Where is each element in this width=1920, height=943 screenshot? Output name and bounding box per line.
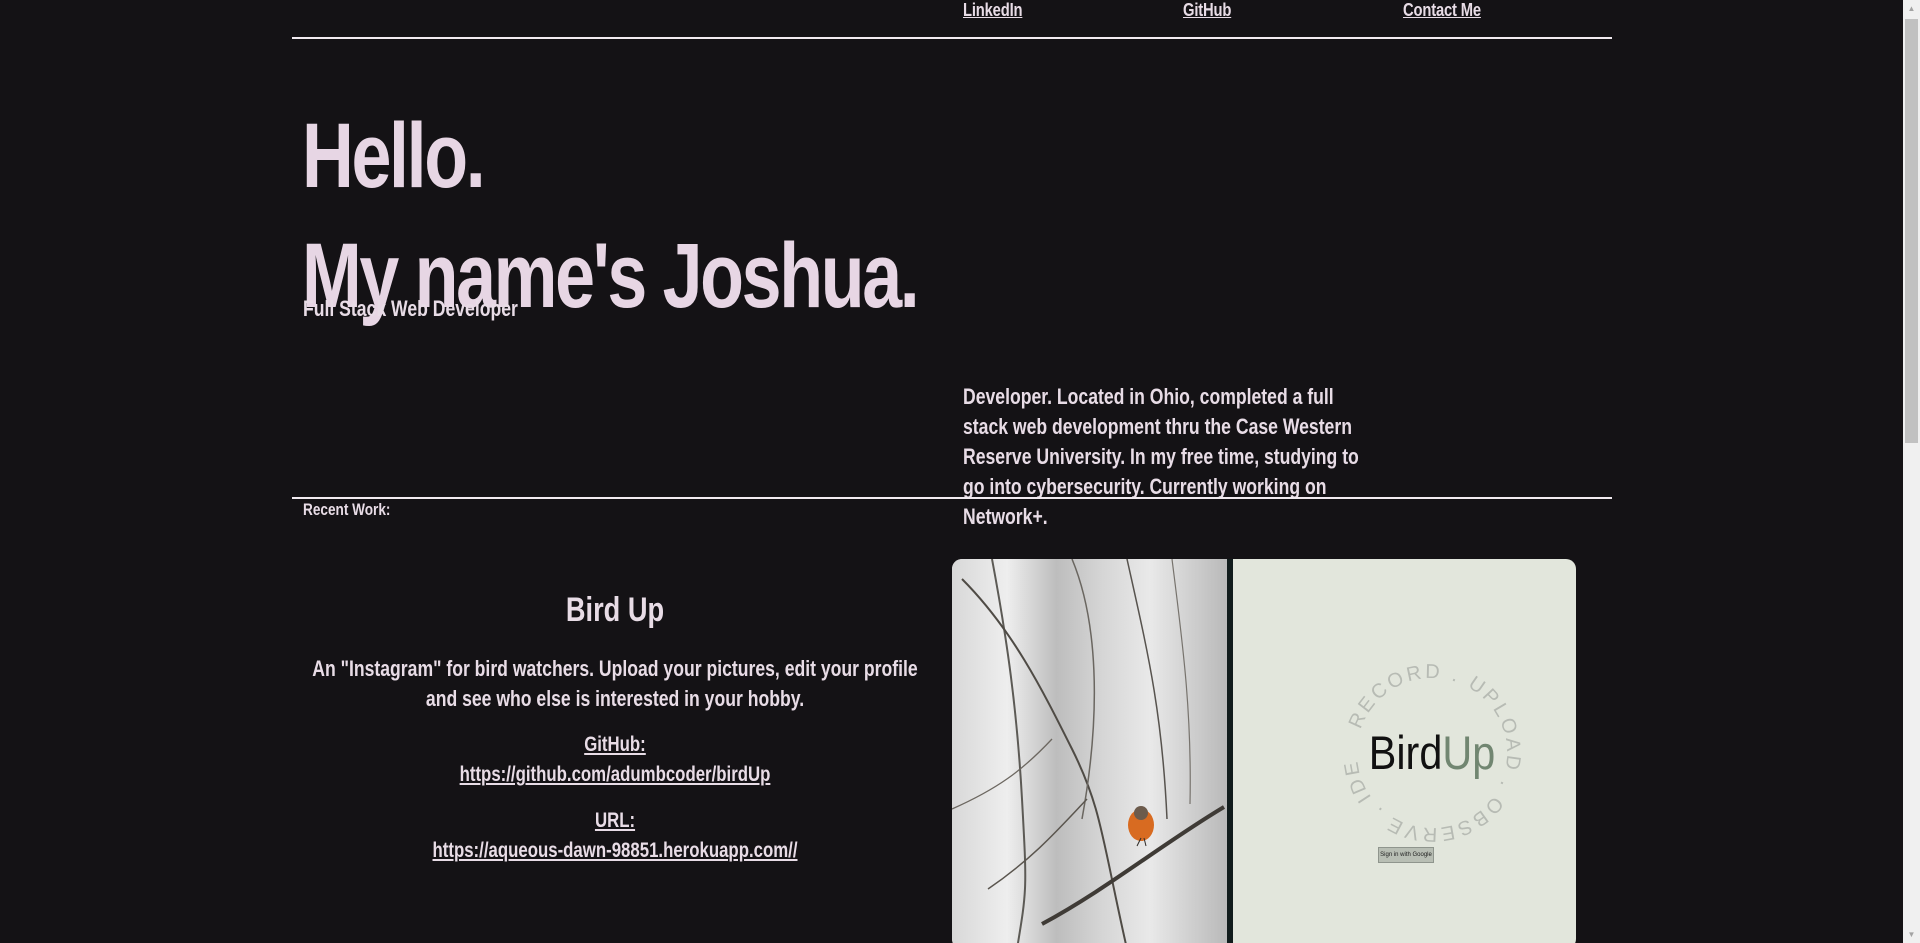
bird-up-logo: BirdUp — [1322, 727, 1542, 779]
project-url[interactable]: https://aqueous-dawn-98851.herokuapp.com… — [363, 836, 867, 866]
project-title: Bird Up — [565, 591, 665, 630]
branches-photo-icon — [952, 559, 1226, 943]
hero-subtitle: Full Stack Web Developer — [303, 296, 518, 321]
hero-greeting: Hello. — [302, 104, 486, 207]
preview-divider — [1227, 559, 1233, 943]
robin-photo — [952, 559, 1227, 943]
recent-work-heading: Recent Work: — [303, 500, 391, 519]
top-divider — [292, 37, 1612, 39]
project-card-bird-up: Bird Up An "Instagram" for bird watchers… — [300, 560, 930, 882]
project-url-label[interactable]: URL: — [363, 806, 867, 836]
project-github-url[interactable]: https://github.com/adumbcoder/birdUp — [363, 760, 867, 790]
brand-accent-text: Up — [1442, 726, 1496, 779]
about-text: Developer. Located in Ohio, completed a … — [963, 384, 1359, 529]
scroll-up-arrow-icon[interactable]: ▲ — [1905, 0, 1918, 17]
linkedin-link[interactable]: LinkedIn — [963, 0, 1023, 21]
portfolio-page: LinkedIn GitHub Contact Me Hello. My nam… — [0, 0, 1920, 943]
project-github-label[interactable]: GitHub: — [363, 730, 867, 760]
url-link-group: URL: https://aqueous-dawn-98851.herokuap… — [300, 806, 930, 866]
brand-dark-text: Bird — [1368, 726, 1443, 779]
project-description: An "Instagram" for bird watchers. Upload… — [312, 656, 918, 712]
google-signin-button: Sign in with Google — [1378, 847, 1434, 863]
project-preview-image: RECORD . UPLOAD . OBSERVE . IDENTIFY . B… — [952, 559, 1576, 943]
section-divider — [292, 497, 1612, 499]
scrollbar-thumb[interactable] — [1905, 19, 1918, 443]
github-link[interactable]: GitHub — [1183, 0, 1231, 21]
contact-me-link[interactable]: Contact Me — [1403, 0, 1481, 21]
github-link-group: GitHub: https://github.com/adumbcoder/bi… — [300, 730, 930, 790]
scroll-down-arrow-icon[interactable]: ▼ — [1905, 926, 1918, 943]
